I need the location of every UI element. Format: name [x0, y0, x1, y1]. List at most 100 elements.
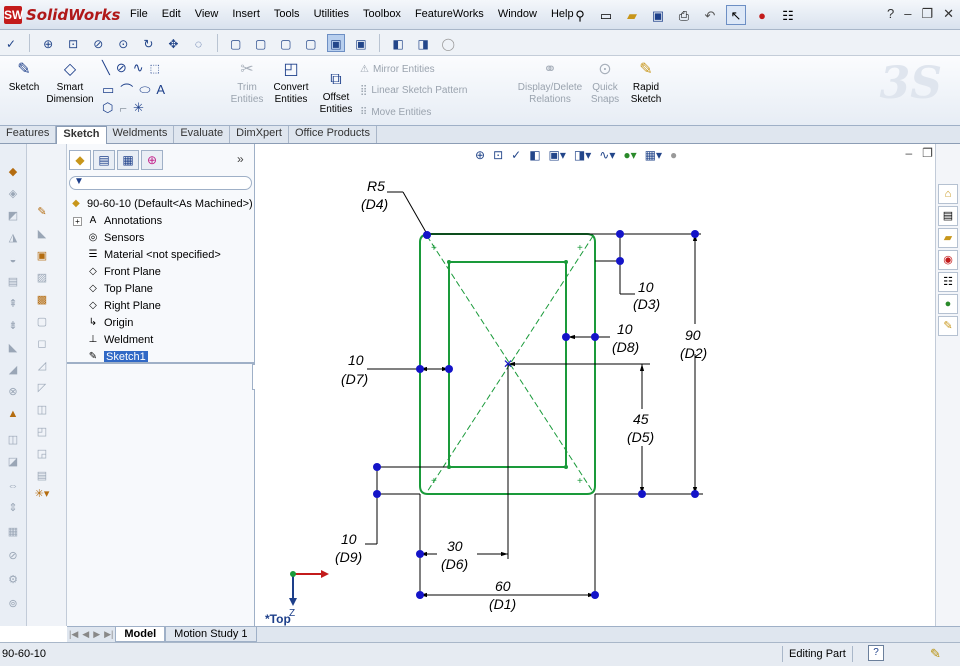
last-tab-icon[interactable]: ▶|: [102, 629, 115, 640]
menu-tools[interactable]: Tools: [274, 8, 300, 20]
custom-properties-icon[interactable]: ✎: [938, 316, 958, 336]
status-help-icon[interactable]: ?: [868, 645, 884, 661]
rotate-icon[interactable]: ↻: [139, 35, 157, 53]
copy-entities-icon[interactable]: ▨: [33, 270, 51, 286]
dim-d7-value[interactable]: 10: [348, 352, 364, 368]
realview-icon[interactable]: ◯: [439, 35, 457, 53]
section-view-icon[interactable]: ◧: [389, 35, 407, 53]
menu-toolbox[interactable]: Toolbox: [363, 8, 401, 20]
tree-item[interactable]: ◇ Front Plane: [73, 264, 161, 280]
weld-bead-icon[interactable]: ◒: [4, 252, 22, 268]
tab-office-products[interactable]: Office Products: [288, 126, 377, 143]
rectangle-icon[interactable]: ▭: [102, 82, 114, 98]
insert-block-icon[interactable]: ▩: [33, 292, 51, 308]
first-tab-icon[interactable]: |◀: [67, 629, 80, 640]
tree-item[interactable]: ◎ Sensors: [73, 230, 145, 246]
sketch-point[interactable]: [691, 230, 699, 238]
rapid-sketch-button[interactable]: ✎ Rapid Sketch: [626, 60, 666, 106]
roll-icon[interactable]: ◌: [190, 35, 208, 53]
fix-icon[interactable]: ◲: [33, 446, 51, 462]
point-tool-icon[interactable]: ✳: [133, 100, 144, 116]
pan-icon[interactable]: ✥: [164, 35, 182, 53]
sketch-point[interactable]: [562, 333, 570, 341]
gusset-icon[interactable]: ◮: [4, 230, 22, 246]
tab-dimxpert[interactable]: DimXpert: [230, 126, 289, 143]
open-icon[interactable]: ▰: [622, 5, 642, 25]
dim-d8-value[interactable]: 10: [617, 321, 633, 337]
shaded-edges-icon[interactable]: ▢: [302, 35, 320, 53]
sketch-canvas[interactable]: + + + + ✕ R5 (D4) 10 (D3) 10 (D8) 90 (D2…: [255, 144, 935, 626]
repair-sketch-icon[interactable]: ▤: [33, 468, 51, 484]
menu-view[interactable]: View: [195, 8, 219, 20]
propertymanager-tab-icon[interactable]: ▤: [93, 150, 115, 170]
appearances-icon[interactable]: ●: [938, 294, 958, 314]
undo-icon[interactable]: ↶: [700, 5, 720, 25]
hidden-lines-visible-icon[interactable]: ▢: [252, 35, 270, 53]
add-relation-icon[interactable]: ✳▾: [33, 486, 51, 502]
plane-tool-icon[interactable]: ◫: [4, 432, 22, 448]
print-icon[interactable]: ⎙: [674, 5, 694, 25]
dim-d6-value[interactable]: 30: [447, 538, 463, 554]
help-icon[interactable]: ?: [887, 6, 894, 22]
menu-file[interactable]: File: [130, 8, 148, 20]
prev-tab-icon[interactable]: ◀: [80, 629, 91, 640]
sketch-point[interactable]: [445, 365, 453, 373]
new-icon[interactable]: ▭: [596, 5, 616, 25]
sketch-point[interactable]: [416, 550, 424, 558]
sketch-point[interactable]: [616, 230, 624, 238]
appearance-icon[interactable]: ⊚: [4, 596, 22, 612]
assembly-icon[interactable]: ⚙: [4, 572, 22, 588]
3d-sketch-icon[interactable]: ✎: [33, 204, 51, 220]
graphics-area[interactable]: ⊕ ⊡ ✓ ◧ ▣▾ ◨▾ ∿▾ ●▾ ▦▾ ● – ❐ ✕ + + + +: [255, 144, 935, 626]
dim-d3-value[interactable]: 10: [638, 279, 654, 295]
tree-item[interactable]: ◇ Right Plane: [73, 298, 161, 314]
menu-insert[interactable]: Insert: [232, 8, 260, 20]
display-delete-relations-button[interactable]: ⚭ Display/Delete Relations: [516, 60, 584, 106]
zoom-fit-icon[interactable]: ⊕: [39, 35, 57, 53]
rebuild-icon[interactable]: ●: [752, 5, 772, 25]
more-tabs-icon[interactable]: »: [237, 152, 244, 166]
structural-member-icon[interactable]: ◆: [4, 164, 22, 180]
linear-pattern-button[interactable]: ⣿ Linear Sketch Pattern: [360, 85, 468, 96]
view-palette-icon[interactable]: ☷: [938, 272, 958, 292]
sketch-point[interactable]: [373, 463, 381, 471]
offset-entities-button[interactable]: ⧉ Offset Entities: [316, 70, 356, 116]
block-icon[interactable]: ▣: [33, 248, 51, 264]
minimize-icon[interactable]: –: [904, 6, 911, 22]
restore-icon[interactable]: ❐: [921, 6, 933, 22]
rotate-entities-icon[interactable]: ◻: [33, 336, 51, 352]
suppress-icon[interactable]: ⊘: [4, 548, 22, 564]
scale-icon[interactable]: ▢: [33, 314, 51, 330]
wireframe-icon[interactable]: ▢: [227, 35, 245, 53]
weld-icon[interactable]: ▲: [4, 406, 22, 422]
shaded-icon[interactable]: ▣: [326, 34, 345, 52]
featuremanager-tab-icon[interactable]: ◆: [69, 150, 91, 170]
sketch-point[interactable]: [416, 591, 424, 599]
menu-window[interactable]: Window: [498, 8, 537, 20]
save-icon[interactable]: ▣: [648, 5, 668, 25]
dim-r5-value[interactable]: R5: [367, 178, 385, 194]
circle-icon[interactable]: ⊘: [116, 60, 127, 76]
menu-featureworks[interactable]: FeatureWorks: [415, 8, 484, 20]
move-entities-button[interactable]: ⠿ Move Entities: [360, 107, 431, 118]
tree-item[interactable]: ⊥ Weldment: [73, 332, 154, 348]
mirror-entities-button[interactable]: ⚠ Mirror Entities: [360, 64, 435, 75]
file-explorer-icon[interactable]: ▰: [938, 228, 958, 248]
arc-icon[interactable]: ⌒: [120, 80, 133, 99]
sketch-text-icon[interactable]: ◰: [33, 424, 51, 440]
sketch-point[interactable]: [638, 490, 646, 498]
dim-d9-value[interactable]: 10: [341, 531, 357, 547]
hidden-lines-removed-icon[interactable]: ▢: [277, 35, 295, 53]
axis-tool-icon[interactable]: ◪: [4, 454, 22, 470]
menu-edit[interactable]: Edit: [162, 8, 181, 20]
app-logo[interactable]: SW SolidWorks: [4, 4, 120, 26]
split-icon[interactable]: ◸: [33, 380, 51, 396]
tree-root[interactable]: ◆ 90-60-10 (Default<As Machined>): [69, 196, 253, 212]
sketch-button[interactable]: ✎ Sketch: [6, 60, 42, 94]
tab-weldments[interactable]: Weldments: [106, 126, 175, 143]
pin-icon[interactable]: ⚲: [570, 5, 590, 25]
dimxpert-tab-icon[interactable]: ⊕: [141, 150, 163, 170]
zoom-area-icon[interactable]: ⊡: [64, 35, 82, 53]
section-icon[interactable]: ▦: [4, 524, 22, 540]
center-point[interactable]: ✕: [503, 357, 513, 371]
